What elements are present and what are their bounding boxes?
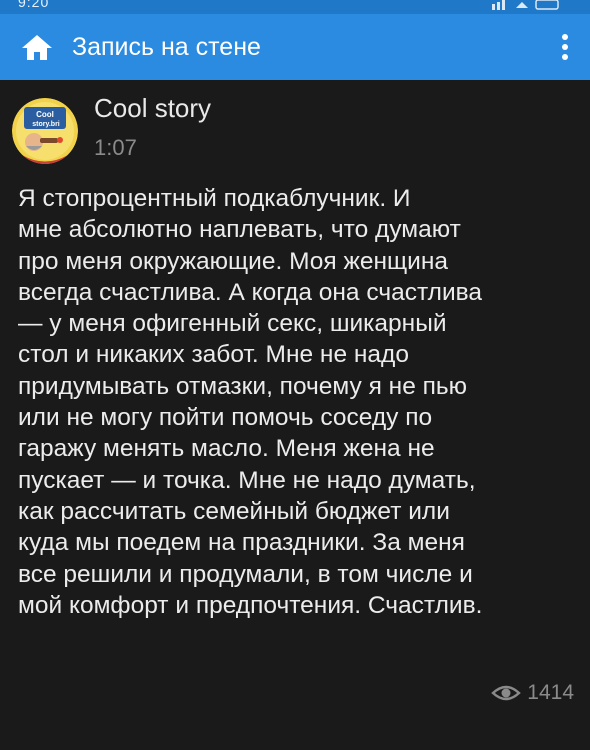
views-count: 1414 <box>527 681 574 704</box>
page-title: Запись на стене <box>72 33 261 61</box>
home-icon[interactable] <box>20 32 54 62</box>
eye-icon <box>491 685 522 701</box>
wall-post: Cool story.bri Cool story 1:07 Я стопроц… <box>0 80 590 750</box>
avatar-logo-line1: Cool <box>36 110 54 119</box>
status-icons <box>492 0 559 10</box>
app-bar: Запись на стене <box>0 14 590 80</box>
more-vertical-icon[interactable] <box>558 32 572 62</box>
post-author[interactable]: Cool story <box>94 92 211 124</box>
post-time: 1:07 <box>94 135 137 160</box>
avatar[interactable]: Cool story.bri <box>12 98 78 164</box>
status-bar: 9:20 <box>0 0 590 14</box>
post-text: Я стопроцентный подкаблучник. И мне абсо… <box>18 185 483 619</box>
status-time: 9:20 <box>18 0 50 10</box>
views-counter: 1414 <box>491 679 574 707</box>
avatar-logo-line2: story.bri <box>32 121 60 128</box>
